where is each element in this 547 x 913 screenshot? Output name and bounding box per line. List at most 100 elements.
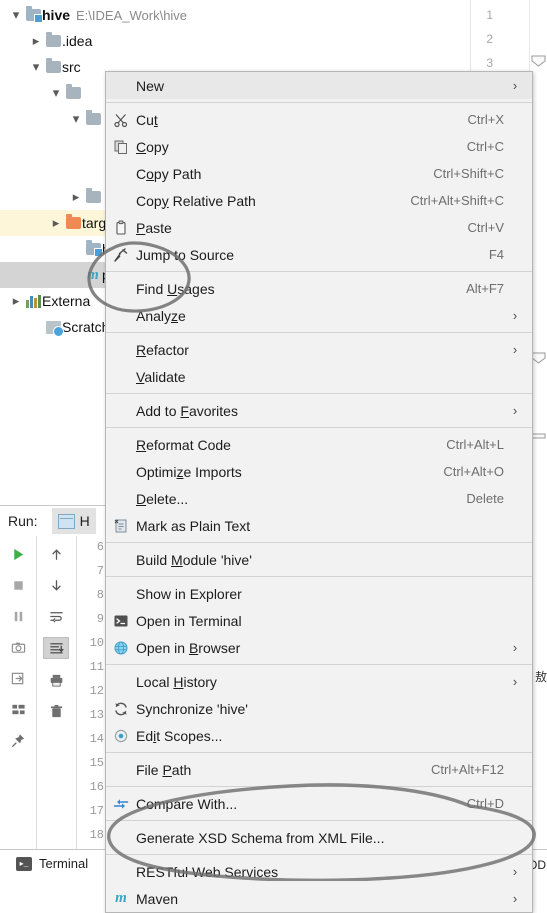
pin-icon[interactable] <box>6 730 30 750</box>
synchronize-icon <box>113 701 129 717</box>
menu-item-copy-relative-path[interactable]: Copy Relative Path Ctrl+Alt+Shift+C <box>106 187 532 214</box>
menu-item-label: Synchronize 'hive' <box>136 700 248 717</box>
tree-row[interactable]: ▸ .idea <box>0 28 470 54</box>
maven-icon: m <box>106 890 136 907</box>
arrow-down-icon[interactable] <box>44 575 68 595</box>
scrollbar-marker[interactable] <box>531 55 546 67</box>
menu-item-mark-as-plain-text[interactable]: Mark as Plain Text <box>106 512 532 539</box>
print-icon[interactable] <box>44 670 68 690</box>
menu-item-shortcut: Ctrl+V <box>467 220 504 235</box>
module-folder-icon <box>84 240 103 257</box>
tree-row[interactable]: ▾ hive E:\IDEA_Work\hive <box>0 2 470 28</box>
compare-icon <box>113 796 129 812</box>
run-tab-label: H <box>79 513 90 529</box>
terminal-icon <box>106 613 136 629</box>
chevron-right-icon[interactable]: ▸ <box>8 293 24 309</box>
menu-item-build-module-hive[interactable]: Build Module 'hive' <box>106 546 532 573</box>
submenu-chevron-icon: › <box>512 674 518 689</box>
menu-item-open-in-terminal[interactable]: Open in Terminal <box>106 607 532 634</box>
menu-item-generate-xsd-schema-from-xml-file[interactable]: Generate XSD Schema from XML File... <box>106 824 532 851</box>
camera-icon[interactable] <box>6 637 30 657</box>
chevron-down-icon[interactable]: ▾ <box>8 7 24 23</box>
menu-item-edit-scopes[interactable]: Edit Scopes... <box>106 722 532 749</box>
menu-item-label: Jump to Source <box>136 246 235 263</box>
menu-item-label: New <box>136 77 165 94</box>
run-toolbar-secondary[interactable] <box>36 536 77 851</box>
chevron-down-icon[interactable]: ▾ <box>48 85 64 101</box>
menu-item-local-history[interactable]: Local History › <box>106 668 532 695</box>
menu-item-validate[interactable]: Validate <box>106 363 532 390</box>
soft-wrap-icon[interactable] <box>44 606 68 626</box>
console-line-number: 18 <box>89 828 104 842</box>
menu-item-label: Open in Terminal <box>136 612 242 629</box>
chevron-right-icon[interactable]: ▸ <box>48 215 64 231</box>
menu-item-copy[interactable]: Copy Ctrl+C <box>106 133 532 160</box>
browser-icon <box>106 640 136 656</box>
arrow-up-icon[interactable] <box>44 544 68 564</box>
status-terminal-button[interactable]: ▸_ Terminal <box>16 856 88 871</box>
menu-item-compare-with[interactable]: Compare With... Ctrl+D <box>106 790 532 817</box>
scratch-icon <box>44 320 64 337</box>
menu-item-delete[interactable]: Delete... Delete <box>106 485 532 512</box>
module-folder-icon <box>24 6 43 23</box>
menu-item-label: Refactor <box>136 341 189 358</box>
console-line-number: 8 <box>96 588 104 602</box>
menu-item-copy-path[interactable]: Copy Path Ctrl+Shift+C <box>106 160 532 187</box>
menu-separator <box>106 332 532 333</box>
menu-item-label: File Path <box>136 761 192 778</box>
menu-item-synchronize-hive[interactable]: Synchronize 'hive' <box>106 695 532 722</box>
copy-icon <box>113 139 129 155</box>
run-toolbar-primary[interactable] <box>0 536 37 851</box>
context-menu[interactable]: New › Cut Ctrl+X Copy Ctrl+C Copy Path Ctrl+Shi… <box>105 71 533 913</box>
run-config-tab[interactable]: H <box>51 508 96 534</box>
pause-icon[interactable] <box>6 606 30 626</box>
export-icon[interactable] <box>6 668 30 688</box>
run-icon[interactable] <box>6 544 30 564</box>
terminal-label: Terminal <box>39 856 89 871</box>
stop-icon[interactable] <box>6 575 30 595</box>
tree-row-label: targ <box>82 215 107 231</box>
menu-separator <box>106 427 532 428</box>
menu-item-shortcut: Ctrl+Alt+O <box>443 464 504 479</box>
menu-item-optimize-imports[interactable]: Optimize Imports Ctrl+Alt+O <box>106 458 532 485</box>
menu-item-label: Delete... <box>136 490 189 507</box>
menu-item-shortcut: F4 <box>488 247 504 262</box>
compare-icon <box>106 796 136 812</box>
submenu-chevron-icon: › <box>512 403 518 418</box>
menu-item-label: Open in Browser <box>136 639 241 656</box>
tree-row-label: Externa <box>42 293 91 309</box>
chevron-down-icon[interactable]: ▾ <box>68 111 84 127</box>
menu-item-paste[interactable]: Paste Ctrl+V <box>106 214 532 241</box>
menu-item-label: Validate <box>136 368 186 385</box>
menu-item-refactor[interactable]: Refactor › <box>106 336 532 363</box>
clipboard-icon <box>113 220 129 236</box>
menu-item-maven[interactable]: m Maven › <box>106 885 532 912</box>
chevron-down-icon[interactable]: ▾ <box>28 59 44 75</box>
menu-item-jump-to-source[interactable]: Jump to Source F4 <box>106 241 532 268</box>
folder-icon <box>84 110 102 125</box>
chevron-right-icon[interactable]: ▸ <box>28 33 44 49</box>
menu-item-find-usages[interactable]: Find Usages Alt+F7 <box>106 275 532 302</box>
scrollbar-marker[interactable] <box>531 352 546 364</box>
scrollbar-marker[interactable] <box>531 432 546 444</box>
menu-item-add-to-favorites[interactable]: Add to Favorites › <box>106 397 532 424</box>
tree-row-path: E:\IDEA_Work\hive <box>76 7 188 23</box>
folder-icon <box>64 84 82 99</box>
menu-item-open-in-browser[interactable]: Open in Browser › <box>106 634 532 661</box>
layout-icon[interactable] <box>6 699 30 719</box>
terminal-icon: ▸_ <box>16 856 32 871</box>
menu-separator <box>106 393 532 394</box>
menu-item-analyze[interactable]: Analyze › <box>106 302 532 329</box>
scroll-to-end-icon[interactable] <box>43 637 69 659</box>
console-line-number: 9 <box>96 612 104 626</box>
cjk-overlay-text: 敖 <box>534 670 547 684</box>
menu-item-reformat-code[interactable]: Reformat Code Ctrl+Alt+L <box>106 431 532 458</box>
menu-item-file-path[interactable]: File Path Ctrl+Alt+F12 <box>106 756 532 783</box>
menu-item-show-in-explorer[interactable]: Show in Explorer <box>106 580 532 607</box>
menu-item-label: Generate XSD Schema from XML File... <box>136 829 385 846</box>
menu-item-shortcut: Ctrl+X <box>467 112 504 127</box>
chevron-right-icon[interactable]: ▸ <box>68 189 84 205</box>
menu-item-cut[interactable]: Cut Ctrl+X <box>106 106 532 133</box>
trash-icon[interactable] <box>44 701 68 721</box>
menu-item-new[interactable]: New › <box>106 72 532 99</box>
